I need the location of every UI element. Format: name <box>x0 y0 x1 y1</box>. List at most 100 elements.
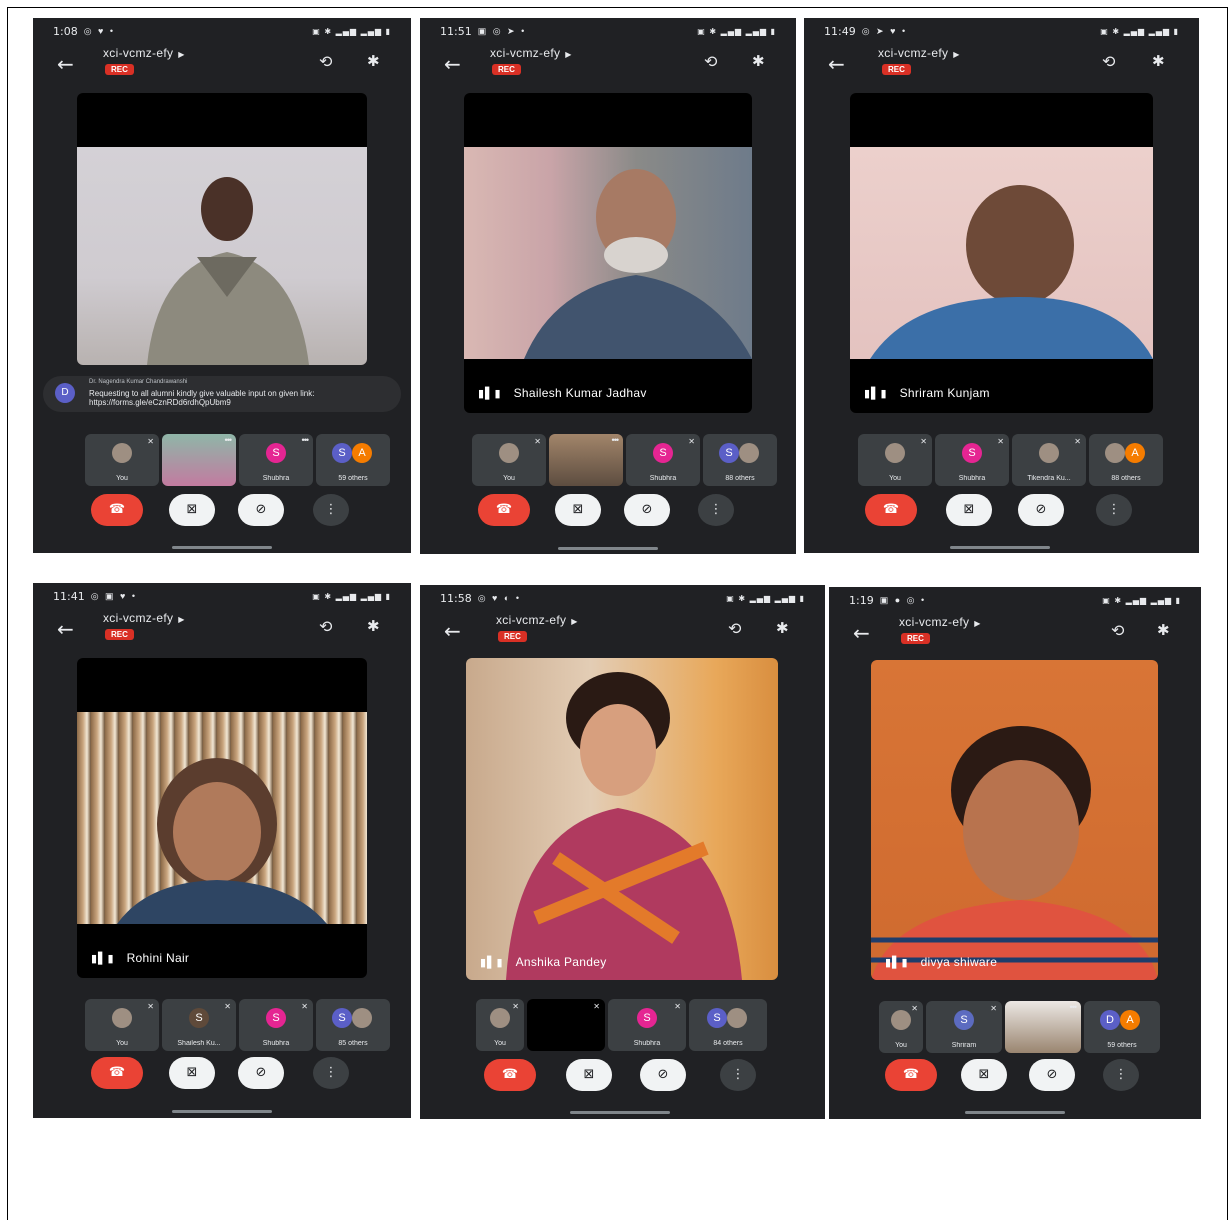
mic-off-button[interactable]: ⊘ <box>238 1057 284 1089</box>
mic-off-button[interactable]: ⊘ <box>624 494 670 526</box>
mic-off-button[interactable]: ⊘ <box>1018 494 1064 526</box>
camera-switch-icon[interactable]: ⟲ <box>728 619 741 638</box>
more-options-button[interactable]: ⋮ <box>313 494 349 526</box>
notification-icons: ▣ ◎ ➤ • <box>477 25 527 36</box>
camera-off-button[interactable]: ⊠ <box>169 1057 215 1089</box>
avatar: S <box>332 443 352 463</box>
camera-off-button[interactable]: ⊠ <box>555 494 601 526</box>
camera-switch-icon[interactable]: ⟲ <box>704 52 717 71</box>
signal-icons: ▣ ✱ ▂▄▆ ▂▄▆ ▮ <box>1102 595 1181 605</box>
bluetooth-icon[interactable]: ✱ <box>1152 52 1165 70</box>
more-options-button[interactable]: ⋮ <box>1096 494 1132 526</box>
mic-off-button[interactable]: ⊘ <box>238 494 284 526</box>
camera-switch-icon[interactable]: ⟲ <box>319 617 332 636</box>
camera-off-button[interactable]: ⊠ <box>946 494 992 526</box>
participant-tile-shubhra[interactable]: ✕ S Shubhra <box>626 434 700 486</box>
avatar <box>739 443 759 463</box>
participant-tile-tikendra[interactable]: ✕ Tikendra Ku... <box>1012 434 1086 486</box>
mic-off-icon: ✕ <box>534 437 541 446</box>
participant-tile-video[interactable]: ••• <box>549 434 623 486</box>
mic-off-button[interactable]: ⊘ <box>640 1059 686 1091</box>
end-call-button[interactable]: ☎ <box>484 1059 536 1091</box>
mic-off-button[interactable]: ⊘ <box>1029 1059 1075 1091</box>
meeting-code[interactable]: xci-vcmz-efy ▶ <box>878 46 960 60</box>
participant-tile-others[interactable]: S 85 others <box>316 999 390 1051</box>
meeting-code[interactable]: xci-vcmz-efy ▶ <box>496 613 578 627</box>
participant-tile-video[interactable]: ••• <box>1005 1001 1081 1053</box>
participant-tile-you[interactable]: ✕ You <box>85 434 159 486</box>
meeting-code[interactable]: xci-vcmz-efy ▶ <box>103 611 185 625</box>
bluetooth-icon[interactable]: ✱ <box>367 617 380 635</box>
avatar: A <box>1125 443 1145 463</box>
participant-tile-shubhra[interactable]: ✕ S Shubhra <box>608 999 686 1051</box>
participant-tile-video-off[interactable]: ✕ <box>527 999 605 1051</box>
camera-switch-icon[interactable]: ⟲ <box>1111 621 1124 640</box>
more-dots-icon[interactable]: ••• <box>225 435 233 445</box>
participant-tile-shubhra[interactable]: ••• S Shubhra <box>239 434 313 486</box>
home-indicator <box>558 547 658 550</box>
more-dots-icon[interactable]: ••• <box>1070 1002 1078 1012</box>
bluetooth-icon[interactable]: ✱ <box>752 52 765 70</box>
back-arrow-icon[interactable]: ← <box>57 52 74 76</box>
participant-strip: ✕ You ••• ••• S Shubhra S A 59 others <box>85 434 390 486</box>
more-dots-icon[interactable]: ••• <box>302 435 310 445</box>
status-bar: 11:51 ▣ ◎ ➤ • ▣ ✱ ▂▄▆ ▂▄▆ ▮ <box>420 22 796 40</box>
participant-tile-shubhra[interactable]: ✕ S Shubhra <box>935 434 1009 486</box>
participant-tile-others[interactable]: S 88 others <box>703 434 777 486</box>
audio-level-icon: ▮▌▮ <box>91 951 115 965</box>
audio-level-icon: ▮▌▮ <box>885 955 909 969</box>
back-arrow-icon[interactable]: ← <box>444 619 461 643</box>
camera-switch-icon[interactable]: ⟲ <box>319 52 332 71</box>
more-options-button[interactable]: ⋮ <box>720 1059 756 1091</box>
main-video: ▮▌▮ Shailesh Kumar Jadhav <box>464 93 752 413</box>
participant-silhouette <box>870 185 1153 359</box>
meeting-code[interactable]: xci-vcmz-efy ▶ <box>899 615 981 629</box>
more-options-button[interactable]: ⋮ <box>1103 1059 1139 1091</box>
meeting-code[interactable]: xci-vcmz-efy ▶ <box>103 46 185 60</box>
main-video: ▮▌▮ Shriram Kunjam <box>850 93 1153 413</box>
camera-switch-icon[interactable]: ⟲ <box>1102 52 1115 71</box>
participant-tile-you[interactable]: ✕ You <box>85 999 159 1051</box>
participant-tile-shriram[interactable]: ✕ S Shriram <box>926 1001 1002 1053</box>
back-arrow-icon[interactable]: ← <box>828 52 845 76</box>
end-call-button[interactable]: ☎ <box>91 494 143 526</box>
participant-tile-video[interactable]: ••• <box>162 434 236 486</box>
bluetooth-icon[interactable]: ✱ <box>1157 621 1170 639</box>
participant-tile-you[interactable]: ✕ You <box>472 434 546 486</box>
participant-tile-others[interactable]: D A 59 others <box>1084 1001 1160 1053</box>
more-options-button[interactable]: ⋮ <box>698 494 734 526</box>
end-call-button[interactable]: ☎ <box>478 494 530 526</box>
camera-off-button[interactable]: ⊠ <box>961 1059 1007 1091</box>
participant-tile-others[interactable]: S 84 others <box>689 999 767 1051</box>
participant-tile-others[interactable]: S A 59 others <box>316 434 390 486</box>
back-arrow-icon[interactable]: ← <box>444 52 461 76</box>
meeting-code[interactable]: xci-vcmz-efy ▶ <box>490 46 572 60</box>
end-call-button[interactable]: ☎ <box>91 1057 143 1089</box>
participant-tile-you[interactable]: ✕ You <box>476 999 524 1051</box>
participant-tile-shubhra[interactable]: ✕ S Shubhra <box>239 999 313 1051</box>
call-controls: ☎ ⊠ ⊘ ⋮ <box>33 1057 411 1093</box>
notification-icons: ◎ ▣ ♥ • <box>90 590 138 601</box>
rec-badge: REC <box>498 631 527 642</box>
more-dots-icon[interactable]: ••• <box>612 435 620 445</box>
avatar: D <box>1100 1010 1120 1030</box>
home-indicator <box>965 1111 1065 1114</box>
participant-tile-others[interactable]: A 88 others <box>1089 434 1163 486</box>
tile-label: You <box>494 1040 506 1047</box>
speaker-name-bar: ▮▌▮ Shailesh Kumar Jadhav <box>464 377 752 409</box>
participant-tile-you[interactable]: ✕ You <box>879 1001 923 1053</box>
bluetooth-icon[interactable]: ✱ <box>776 619 789 637</box>
speaker-name-bar: ▮▌▮ Rohini Nair <box>77 942 367 974</box>
bluetooth-icon[interactable]: ✱ <box>367 52 380 70</box>
camera-off-button[interactable]: ⊠ <box>169 494 215 526</box>
end-call-button[interactable]: ☎ <box>865 494 917 526</box>
avatar: S <box>266 1008 286 1028</box>
caption-avatar: D <box>55 383 75 403</box>
end-call-button[interactable]: ☎ <box>885 1059 937 1091</box>
participant-tile-shailesh[interactable]: ✕ S Shailesh Ku... <box>162 999 236 1051</box>
participant-tile-you[interactable]: ✕ You <box>858 434 932 486</box>
back-arrow-icon[interactable]: ← <box>57 617 74 641</box>
back-arrow-icon[interactable]: ← <box>853 621 870 645</box>
camera-off-button[interactable]: ⊠ <box>566 1059 612 1091</box>
more-options-button[interactable]: ⋮ <box>313 1057 349 1089</box>
